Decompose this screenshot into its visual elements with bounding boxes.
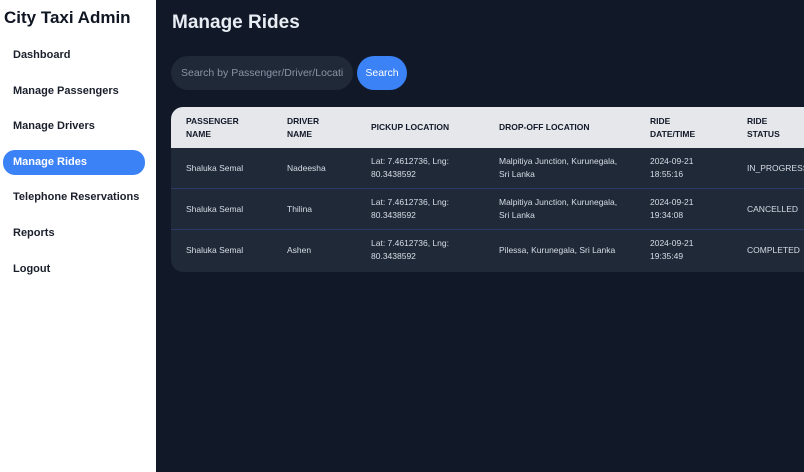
table-row: Shaluka Semal Ashen Lat: 7.4612736, Lng:… bbox=[171, 230, 804, 271]
cell-driver: Nadeesha bbox=[287, 162, 326, 173]
cell-passenger: Shaluka Semal bbox=[186, 162, 244, 173]
sidebar-item-manage-passengers[interactable]: Manage Passengers bbox=[3, 79, 145, 104]
sidebar: City Taxi Admin Dashboard Manage Passeng… bbox=[0, 0, 156, 472]
sidebar-item-dashboard[interactable]: Dashboard bbox=[3, 43, 145, 68]
cell-pickup: Lat: 7.4612736, Lng: 80.3438592 bbox=[371, 238, 449, 261]
header-pickup-location: PICKUP LOCATION bbox=[371, 122, 450, 132]
cell-dropoff: Malpitiya Junction, Kurunegala, Sri Lanka bbox=[499, 156, 618, 179]
table-row: Shaluka Semal Nadeesha Lat: 7.4612736, L… bbox=[171, 148, 804, 189]
header-driver-name: DRIVER NAME bbox=[287, 115, 320, 139]
cell-passenger: Shaluka Semal bbox=[186, 203, 244, 214]
sidebar-nav: Dashboard Manage Passengers Manage Drive… bbox=[3, 43, 145, 292]
cell-driver: Ashen bbox=[287, 244, 312, 255]
sidebar-item-reports[interactable]: Reports bbox=[3, 221, 145, 246]
header-passenger-name: PASSENGER NAME bbox=[186, 115, 239, 139]
header-dropoff-location: DROP-OFF LOCATION bbox=[499, 122, 590, 132]
sidebar-item-manage-rides[interactable]: Manage Rides bbox=[3, 149, 145, 175]
table-row: Shaluka Semal Thilina Lat: 7.4612736, Ln… bbox=[171, 189, 804, 230]
cell-pickup: Lat: 7.4612736, Lng: 80.3438592 bbox=[371, 197, 449, 220]
rides-table: PASSENGER NAME DRIVER NAME PICKUP LOCATION… bbox=[171, 107, 804, 272]
cell-driver: Thilina bbox=[287, 203, 313, 214]
cell-datetime: 2024-09-21 18:55:16 bbox=[650, 156, 694, 179]
cell-passenger: Shaluka Semal bbox=[186, 244, 244, 255]
sidebar-item-manage-drivers[interactable]: Manage Drivers bbox=[3, 114, 145, 139]
cell-status: CANCELLED bbox=[747, 203, 799, 214]
cell-pickup: Lat: 7.4612736, Lng: 80.3438592 bbox=[371, 156, 449, 179]
sidebar-item-logout[interactable]: Logout bbox=[3, 257, 145, 282]
header-ride-datetime: RIDE DATE/TIME bbox=[650, 115, 696, 139]
cell-datetime: 2024-09-21 19:34:08 bbox=[650, 197, 694, 220]
sidebar-item-telephone-reservations[interactable]: Telephone Reservations bbox=[3, 185, 145, 210]
header-ride-status: RIDE STATUS bbox=[747, 115, 780, 139]
table-header: PASSENGER NAME DRIVER NAME PICKUP LOCATION… bbox=[171, 107, 804, 148]
page-title: Manage Rides bbox=[172, 12, 300, 33]
cell-datetime: 2024-09-21 19:35:49 bbox=[650, 238, 694, 261]
search-input[interactable] bbox=[171, 56, 353, 90]
cell-dropoff: Malpitiya Junction, Kurunegala, Sri Lanka bbox=[499, 197, 618, 220]
cell-status: IN_PROGRESS bbox=[747, 162, 804, 173]
app-root: City Taxi Admin Dashboard Manage Passeng… bbox=[0, 0, 804, 472]
search-button[interactable]: Search bbox=[357, 56, 407, 90]
cell-dropoff: Pilessa, Kurunegala, Sri Lanka bbox=[499, 244, 616, 255]
main-content: Manage Rides Search PASSENGERNAME DRIVER… bbox=[156, 0, 804, 472]
cell-status: COMPLETED bbox=[747, 244, 800, 255]
app-title: City Taxi Admin bbox=[4, 8, 131, 27]
